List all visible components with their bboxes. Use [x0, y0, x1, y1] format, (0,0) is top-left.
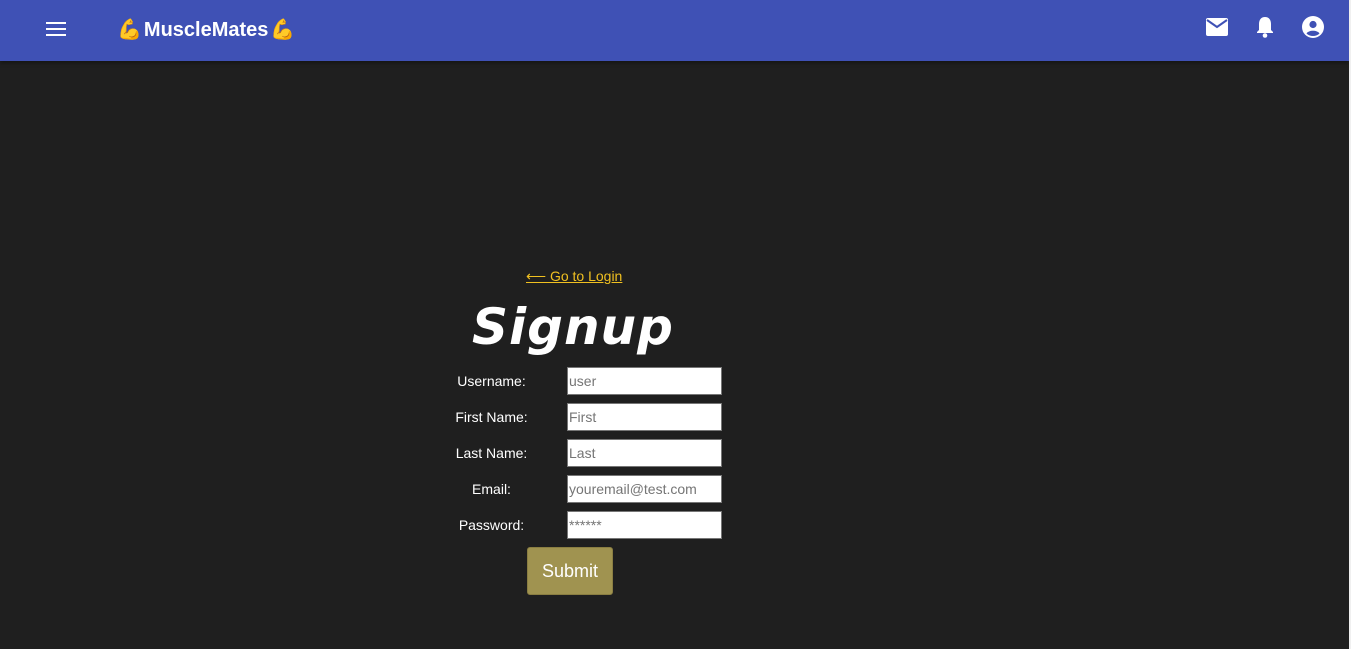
email-input[interactable] [567, 475, 722, 503]
username-row: Username: [440, 367, 730, 395]
menu-button[interactable] [36, 11, 76, 51]
first-name-row: First Name: [440, 403, 730, 431]
last-name-label: Last Name: [455, 445, 528, 461]
flexed-bicep-icon: 💪 [270, 19, 296, 41]
flexed-bicep-icon: 💪 [117, 19, 142, 41]
email-row: Email: [440, 475, 730, 503]
password-row: Password: [440, 511, 730, 539]
account-circle-icon [1302, 15, 1324, 43]
account-button[interactable] [1293, 9, 1333, 49]
last-name-input[interactable] [567, 439, 722, 467]
last-name-row: Last Name: [440, 439, 730, 467]
signup-title-text: Signup [472, 298, 674, 356]
first-name-input[interactable] [567, 403, 722, 431]
password-input[interactable] [567, 511, 722, 539]
mail-button[interactable] [1197, 9, 1237, 49]
mail-icon [1206, 17, 1228, 41]
password-label: Password: [458, 517, 525, 533]
bell-icon [1256, 16, 1274, 43]
brand[interactable]: 💪 MuscleMates 💪 [117, 15, 295, 45]
notifications-button[interactable] [1245, 9, 1285, 49]
app-bar: 💪 MuscleMates 💪 [0, 0, 1349, 61]
menu-icon [46, 21, 66, 41]
signup-title: Signup [472, 298, 674, 356]
email-label: Email: [472, 481, 511, 497]
first-name-label: First Name: [455, 409, 528, 425]
go-to-login-link[interactable]: ⟵ Go to Login [526, 268, 622, 285]
submit-button[interactable]: Submit [527, 547, 613, 595]
username-input[interactable] [567, 367, 722, 395]
username-label: Username: [457, 373, 526, 389]
brand-title: MuscleMates [143, 18, 269, 41]
